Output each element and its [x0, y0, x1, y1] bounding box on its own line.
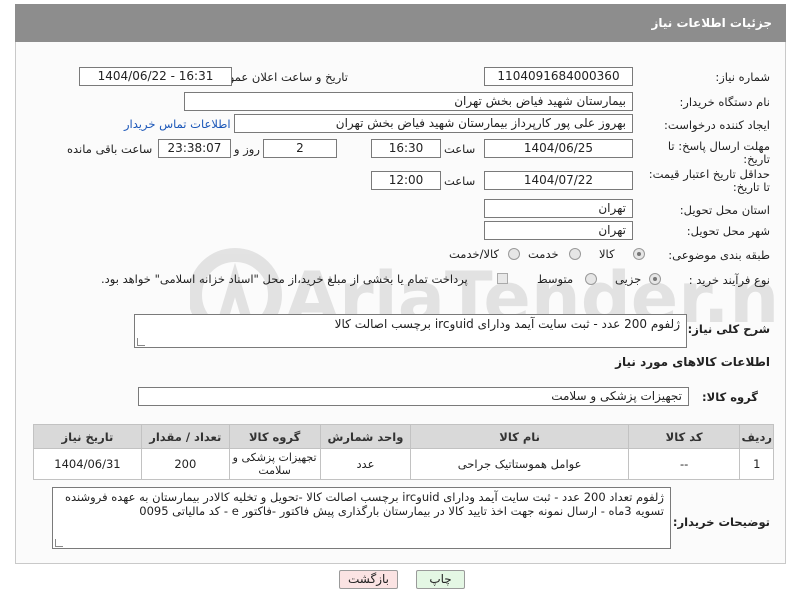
description-textarea[interactable]: ژلفوم 200 عدد - ثبت سایت آیمد ودارای uid… [134, 314, 687, 348]
category-option-service: خدمت [528, 247, 559, 261]
need-number-label: شماره نیاز: [715, 70, 770, 84]
buyer-notes-textarea[interactable]: ژلفوم تعداد 200 عدد - ثبت سایت آیمد ودار… [52, 487, 671, 549]
need-number-field: 1104091684000360 [484, 67, 633, 86]
col-code: کد کالا [627, 424, 741, 449]
process-option-minor: جزیی [615, 272, 642, 286]
buyer-contact-link[interactable]: اطلاعات تماس خریدار [124, 117, 231, 131]
process-label: نوع فرآیند خرید : [688, 273, 770, 287]
col-name: نام کالا [410, 424, 629, 449]
deadline-date-field: 1404/06/25 [484, 139, 633, 158]
validity-label-date: تا تاریخ: [732, 180, 770, 194]
validity-label: حداقل تاریخ اعتبار قیمت: [648, 167, 770, 181]
creator-label: ایجاد کننده درخواست: [664, 118, 770, 132]
cell-row: 1 [739, 448, 774, 480]
treasury-payment-note: پرداخت تمام یا بخشی از مبلغ خرید،از محل … [101, 272, 468, 286]
validity-time-field: 12:00 [371, 171, 441, 190]
deadline-time-label: ساعت [444, 142, 476, 156]
city-label: شهر محل تحویل: [686, 224, 770, 238]
cell-need-date: 1404/06/31 [33, 448, 142, 480]
category-option-both: کالا/خدمت [449, 247, 500, 261]
deadline-label-date: تاریخ: [743, 152, 770, 166]
category-label: طبقه بندی موضوعی: [668, 248, 770, 262]
description-text: ژلفوم 200 عدد - ثبت سایت آیمد ودارای uid… [334, 317, 680, 331]
process-radio-medium[interactable] [585, 273, 597, 285]
province-field: تهران [484, 199, 633, 218]
col-quantity: تعداد / مقدار [140, 424, 230, 449]
panel-title: جزئیات اطلاعات نیاز [15, 4, 786, 42]
category-option-goods: کالا [599, 247, 615, 261]
buyer-org-field: بیمارستان شهید فیاض بخش تهران [184, 92, 633, 111]
back-button[interactable]: بازگشت [339, 570, 398, 589]
category-radio-service[interactable] [569, 248, 581, 260]
process-radio-minor[interactable] [649, 273, 661, 285]
cell-code: -- [627, 448, 741, 480]
deadline-time-field: 16:30 [371, 139, 441, 158]
goods-group-label: گروه کالا: [702, 390, 758, 404]
goods-table: ردیف کد کالا نام کالا واحد شمارش گروه کا… [33, 424, 774, 480]
creator-field: بهروز علی پور کارپرداز بیمارستان شهید فی… [234, 114, 633, 133]
goods-group-field: تجهیزات پزشکی و سلامت [138, 387, 689, 406]
deadline-label: مهلت ارسال پاسخ: تا [667, 139, 770, 153]
remaining-label: ساعت باقی مانده [67, 142, 153, 156]
buyer-notes-line-2: تسویه 3ماه - ارسال نمونه جهت اخذ تایید ک… [139, 504, 664, 518]
category-radio-both[interactable] [508, 248, 520, 260]
days-remaining-field: 2 [263, 139, 337, 158]
description-label: شرح کلی نیاز: [687, 322, 770, 336]
buyer-org-label: نام دستگاه خریدار: [679, 95, 770, 109]
buyer-notes-line-1: ژلفوم تعداد 200 عدد - ثبت سایت آیمد ودار… [65, 490, 664, 504]
category-radio-goods[interactable] [633, 248, 645, 260]
col-need-date: تاریخ نیاز [33, 424, 142, 449]
remaining-time-field: 23:38:07 [158, 139, 231, 158]
table-row: 1 -- عوامل هموستاتیک جراحی عدد تجهیزات پ… [33, 448, 774, 480]
process-option-medium: متوسط [537, 272, 574, 286]
validity-time-label: ساعت [444, 174, 476, 188]
cell-quantity: 200 [140, 448, 230, 480]
province-label: استان محل تحویل: [679, 203, 770, 217]
resize-grip-icon[interactable] [55, 539, 63, 547]
cell-unit: عدد [319, 448, 412, 480]
print-button[interactable]: چاپ [416, 570, 465, 589]
announce-date-field: 1404/06/22 - 16:31 [79, 67, 232, 86]
resize-grip-icon[interactable] [137, 338, 145, 346]
col-unit: واحد شمارش [319, 424, 412, 449]
goods-table-header: ردیف کد کالا نام کالا واحد شمارش گروه کا… [33, 424, 774, 449]
buyer-notes-label: توضیحات خریدار: [672, 515, 770, 529]
goods-section-title: اطلاعات کالاهای مورد نیاز [615, 355, 770, 369]
city-field: تهران [484, 221, 633, 240]
cell-group: تجهیزات پزشکی و سلامت [228, 448, 321, 480]
days-label: روز و [234, 142, 260, 156]
treasury-payment-checkbox[interactable] [497, 273, 508, 284]
col-row: ردیف [739, 424, 774, 449]
validity-date-field: 1404/07/22 [484, 171, 633, 190]
col-group: گروه کالا [228, 424, 321, 449]
cell-name: عوامل هموستاتیک جراحی [410, 448, 629, 480]
